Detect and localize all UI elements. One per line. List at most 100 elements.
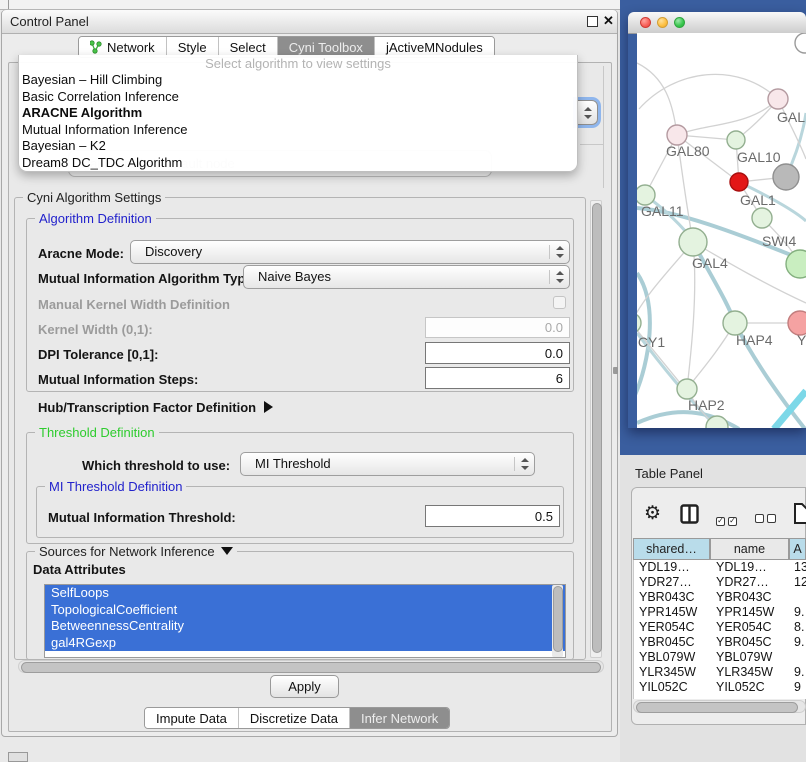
mi-type-combo[interactable]: Naive Bayes (243, 265, 570, 289)
threshold-definition-title: Threshold Definition (35, 425, 159, 440)
dpi-tolerance-input[interactable] (425, 342, 570, 364)
network-node[interactable] (677, 379, 697, 399)
table-row[interactable]: YIL052CYIL052C9 (633, 680, 806, 692)
tab-infer-network[interactable]: Infer Network (349, 708, 449, 728)
mi-threshold-input[interactable] (425, 505, 560, 527)
network-node[interactable] (679, 228, 707, 256)
scrollbar-thumb[interactable] (553, 586, 563, 652)
algorithm-item-basic-correlation-inference[interactable]: Basic Correlation Inference (19, 89, 577, 106)
gear-icon[interactable]: ⚙ (644, 504, 661, 523)
manual-kernel-checkbox[interactable] (553, 296, 566, 309)
node-label-swi4: SWI4 (762, 233, 796, 249)
scrollbar-thumb[interactable] (636, 702, 798, 713)
network-node[interactable] (773, 164, 799, 190)
table-header-row[interactable]: shared…nameA (633, 538, 806, 560)
attributes-scrollbar[interactable] (552, 585, 563, 657)
which-threshold-combo[interactable]: MI Threshold (240, 452, 535, 476)
table-row[interactable]: YDL19…YDL19…13 (633, 560, 806, 575)
tab-select[interactable]: Select (218, 37, 277, 57)
algorithm-dropdown-popup: Select algorithm to view settings Bayesi… (18, 55, 578, 172)
table-cell: 9 (794, 680, 801, 692)
table-cell: 9. (794, 665, 804, 679)
algorithm-item-bayesian-hill-climbing[interactable]: Bayesian – Hill Climbing (19, 72, 577, 89)
node-label-hap2: HAP2 (688, 397, 725, 413)
kernel-width-input[interactable] (425, 317, 570, 338)
aracne-mode-label: Aracne Mode: (38, 246, 124, 261)
unchecked-box-icon (755, 514, 764, 523)
column-header-shared-[interactable]: shared… (633, 538, 710, 560)
mi-steps-input[interactable] (425, 367, 570, 389)
tab-impute-data[interactable]: Impute Data (145, 708, 238, 728)
network-node[interactable] (730, 173, 748, 191)
network-node[interactable] (795, 33, 806, 53)
settings-group-title: Cyni Algorithm Settings (23, 190, 165, 205)
network-edge (637, 323, 685, 389)
aracne-mode-combo[interactable]: Discovery (130, 240, 570, 264)
control-panel-titlebar[interactable]: Control Panel ✕ (2, 10, 617, 34)
table-row[interactable]: YPR145WYPR145W9. (633, 605, 806, 620)
attribute-item-selfloops[interactable]: SelfLoops (45, 585, 565, 602)
close-traffic-light-icon[interactable] (640, 17, 651, 28)
minimized-panel-icon[interactable] (8, 752, 28, 762)
hub-definition-toggle[interactable]: Hub/Transcription Factor Definition (38, 399, 273, 417)
tab-label: Select (230, 40, 266, 55)
column-header-a[interactable]: A (789, 538, 806, 560)
data-attributes-list[interactable]: SelfLoopsTopologicalCoefficientBetweenne… (44, 584, 566, 658)
table-row[interactable]: YBR045CYBR045C9. (633, 635, 806, 650)
attribute-item-betweennesscentrality[interactable]: BetweennessCentrality (45, 618, 565, 635)
network-node[interactable] (637, 313, 641, 333)
columns-icon[interactable] (680, 504, 700, 525)
settings-vertical-scrollbar[interactable] (590, 200, 602, 658)
checked-pair-icon[interactable]: ✓✓ (716, 510, 737, 528)
aracne-mode-value: Discovery (145, 244, 202, 259)
panel-splitter[interactable] (613, 367, 618, 374)
table-row[interactable]: YBL079WYBL079W (633, 650, 806, 665)
apply-button[interactable]: Apply (270, 675, 339, 698)
table-cell: YER054C (716, 620, 772, 634)
tab-label: Infer Network (361, 711, 438, 726)
network-node[interactable] (637, 185, 655, 205)
unchecked-pair-icon[interactable] (755, 510, 776, 528)
cyni-bottom-tabbar: Impute DataDiscretize Data Infer Network (144, 707, 450, 729)
minimize-traffic-light-icon[interactable] (657, 17, 668, 28)
network-view-window[interactable]: GALGAL80GAL10GAL1GAL11SWI4GAL4GCY1HAP4YH… (628, 12, 806, 428)
algorithm-placeholder: Select algorithm to view settings (19, 55, 577, 72)
algorithm-item-mutual-information-inference[interactable]: Mutual Information Inference (19, 122, 577, 139)
algorithm-item-aracne-algorithm[interactable]: ARACNE Algorithm (19, 105, 577, 122)
float-icon[interactable] (587, 16, 598, 27)
network-node[interactable] (727, 131, 745, 149)
stepper-arrows-icon (556, 271, 564, 283)
algorithm-combo-arrow-button[interactable] (576, 100, 598, 125)
tab-label: Cyni Toolbox (289, 40, 363, 55)
top-toolbar-strip (0, 0, 620, 10)
scrollbar-thumb[interactable] (592, 203, 602, 653)
network-node[interactable] (667, 125, 687, 145)
network-node[interactable] (768, 89, 788, 109)
column-header-name[interactable]: name (710, 538, 789, 560)
network-node[interactable] (752, 208, 772, 228)
table-row[interactable]: YBR043CYBR043C (633, 590, 806, 605)
table-row[interactable]: YDR27…YDR27…12 (633, 575, 806, 590)
table-horizontal-scrollbar[interactable] (633, 700, 806, 713)
scrollbar-thumb[interactable] (21, 662, 601, 673)
settings-horizontal-scrollbar[interactable] (18, 660, 604, 673)
tab-jactivemnodules[interactable]: jActiveMNodules (374, 37, 494, 57)
table-row[interactable]: YLR345WYLR345W9. (633, 665, 806, 680)
table-rows[interactable]: YDL19…YDL19…13YDR27…YDR27…12YBR043CYBR04… (633, 560, 806, 692)
hidden-groupbox-border (603, 66, 604, 188)
tab-cyni-toolbox[interactable]: Cyni Toolbox (277, 37, 374, 57)
algorithm-item-dream8-dc-tdc-algorithm[interactable]: Dream8 DC_TDC Algorithm (19, 155, 577, 172)
attribute-item-gal4rgexp[interactable]: gal4RGexp (45, 635, 565, 652)
document-icon[interactable] (793, 502, 806, 525)
table-row[interactable]: YER054CYER054C8. (633, 620, 806, 635)
algorithm-item-bayesian-k2[interactable]: Bayesian – K2 (19, 138, 577, 155)
network-canvas[interactable]: GALGAL80GAL10GAL1GAL11SWI4GAL4GCY1HAP4YH… (637, 33, 806, 428)
tab-style[interactable]: Style (166, 37, 218, 57)
table-cell: YBR045C (716, 635, 772, 649)
network-window-titlebar[interactable] (628, 12, 806, 34)
close-icon[interactable]: ✕ (603, 13, 614, 29)
attribute-item-topologicalcoefficient[interactable]: TopologicalCoefficient (45, 602, 565, 619)
tab-network[interactable]: Network (79, 37, 166, 57)
zoom-traffic-light-icon[interactable] (674, 17, 685, 28)
tab-discretize-data[interactable]: Discretize Data (238, 708, 349, 728)
